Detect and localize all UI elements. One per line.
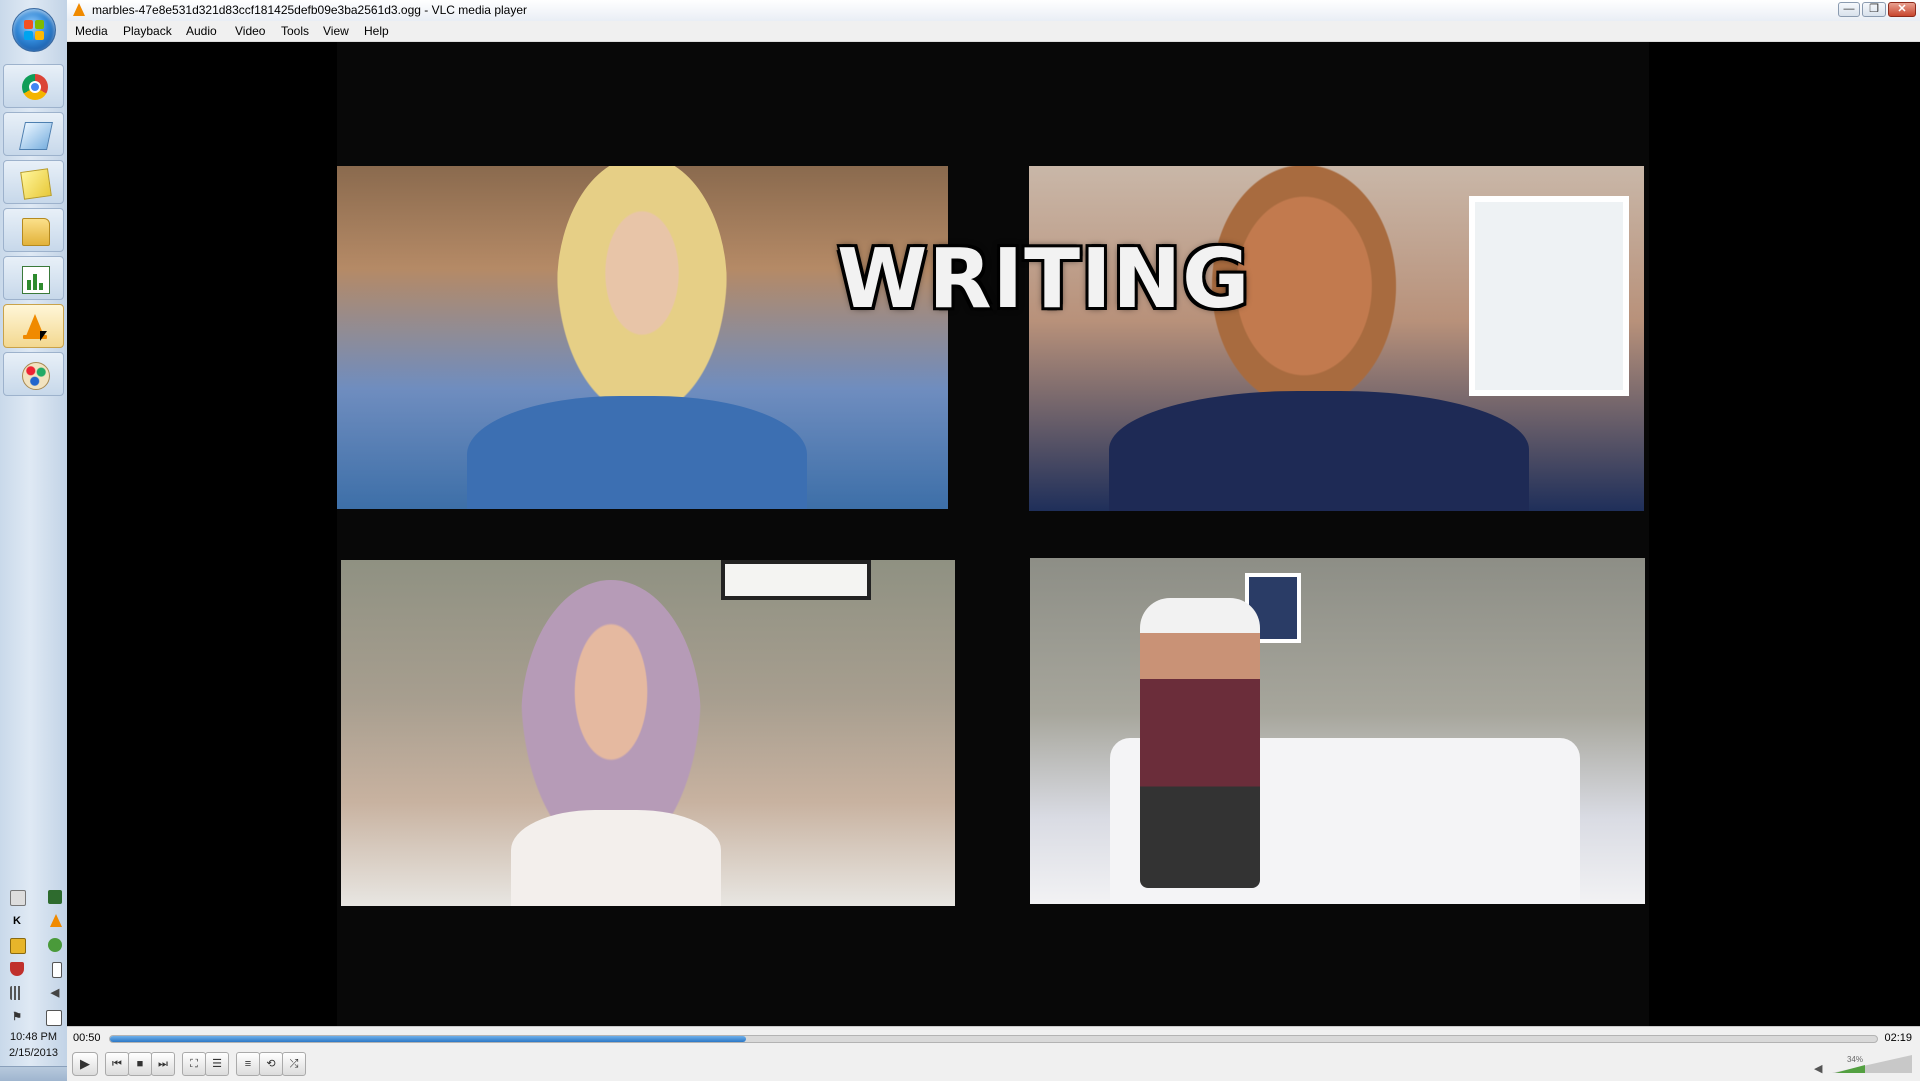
speaker-icon[interactable]: ◀	[1814, 1062, 1824, 1075]
chart-app-icon	[22, 266, 50, 294]
window-shape	[1469, 196, 1629, 396]
loop-button[interactable]: ⟲	[259, 1052, 283, 1076]
time-elapsed[interactable]: 00:50	[73, 1032, 101, 1044]
menu-audio[interactable]: Audio	[186, 24, 217, 38]
taskbar-chrome[interactable]	[3, 64, 64, 108]
stop-button[interactable]: ■	[128, 1052, 152, 1076]
mouse-cursor-icon	[40, 331, 47, 341]
taskbar-paint[interactable]	[3, 352, 64, 396]
volume-percent: 34%	[1846, 1055, 1863, 1064]
menu-media[interactable]: Media	[75, 24, 108, 38]
taskbar-tablet-app[interactable]	[3, 112, 64, 156]
video-frame: WRITING	[337, 42, 1649, 1026]
play-icon: ▶	[80, 1056, 90, 1071]
seek-bar[interactable]	[109, 1035, 1878, 1043]
taskbar: K ◀ ⚑ 10:48 PM 2/15/2013	[0, 0, 68, 1081]
menu-video[interactable]: Video	[235, 24, 265, 38]
next-icon: ⏭	[158, 1058, 168, 1070]
video-panel-bottom-left	[341, 560, 955, 906]
vlc-tray-icon[interactable]	[50, 914, 62, 927]
clock-time: 10:48 PM	[9, 1031, 58, 1043]
start-button[interactable]	[12, 8, 56, 52]
notes-icon	[20, 168, 52, 200]
playlist-button[interactable]: ≡	[236, 1052, 260, 1076]
person-blonde-hair	[557, 166, 727, 416]
previous-button[interactable]: ⏮	[105, 1052, 129, 1076]
video-panel-bottom-right	[1030, 558, 1645, 904]
hotkey-tray-label: K	[13, 915, 21, 927]
system-tray: K ◀ ⚑	[10, 890, 62, 1034]
menu-tools[interactable]: Tools	[281, 24, 309, 38]
message-tray-icon[interactable]	[46, 1010, 62, 1026]
minimize-button[interactable]: —	[1838, 2, 1860, 17]
signal-tray-icon[interactable]	[10, 986, 24, 1000]
image-tray-icon[interactable]	[48, 890, 62, 904]
speaker-tray-icon[interactable]: ◀	[48, 986, 62, 1000]
menu-help[interactable]: Help	[364, 24, 389, 38]
folder-icon	[22, 218, 50, 246]
camera-tray-icon[interactable]	[10, 890, 26, 906]
taskbar-vlc[interactable]	[3, 304, 64, 348]
video-panel-top-right	[1029, 166, 1644, 511]
window-title: marbles-47e8e531d321d83ccf181425defb09e3…	[92, 3, 527, 17]
chrome-icon	[22, 74, 48, 100]
lock-tray-icon[interactable]	[10, 938, 26, 954]
controls-bar: 00:50 02:19 ▶ ⏮ ■ ⏭ ⛶ ☰ ≡ ⟲ ⤮ ◀ 34%	[67, 1026, 1920, 1081]
taskbar-chart-app[interactable]	[3, 256, 64, 300]
minimize-icon: —	[1843, 3, 1855, 15]
video-caption-overlay: WRITING	[837, 232, 1251, 327]
hotkey-tray-icon[interactable]: K	[10, 914, 24, 928]
restore-button[interactable]: ❐	[1862, 2, 1886, 17]
time-total[interactable]: 02:19	[1884, 1032, 1912, 1044]
taskbar-explorer[interactable]	[3, 208, 64, 252]
taskbar-notes-app[interactable]	[3, 160, 64, 204]
fullscreen-icon: ⛶	[190, 1058, 198, 1070]
vlc-title-icon	[73, 3, 85, 16]
menu-playback[interactable]: Playback	[123, 24, 172, 38]
network-tray-icon[interactable]	[48, 938, 62, 952]
shuffle-button[interactable]: ⤮	[282, 1052, 306, 1076]
shield-tray-icon[interactable]	[10, 962, 24, 976]
play-button[interactable]: ▶	[72, 1052, 98, 1076]
stop-icon: ■	[136, 1058, 144, 1070]
windows-logo-icon	[24, 20, 44, 40]
next-button[interactable]: ⏭	[151, 1052, 175, 1076]
fullscreen-button[interactable]: ⛶	[182, 1052, 206, 1076]
loop-icon: ⟲	[266, 1058, 276, 1070]
volume-level	[1835, 1065, 1865, 1073]
clock[interactable]: 10:48 PM 2/15/2013	[0, 1029, 67, 1061]
video-area[interactable]: WRITING	[67, 42, 1920, 1026]
close-button[interactable]: ✕	[1888, 2, 1916, 17]
previous-icon: ⏮	[112, 1058, 122, 1070]
blue-shirt	[467, 396, 807, 509]
picture-frame	[721, 560, 871, 600]
seek-progress	[110, 1036, 746, 1042]
action-center-flag-icon[interactable]: ⚑	[10, 1010, 24, 1024]
show-desktop-button[interactable]	[0, 1066, 67, 1081]
extended-settings-button[interactable]: ☰	[205, 1052, 229, 1076]
tablet-icon	[19, 122, 53, 150]
paint-icon	[22, 362, 50, 390]
restore-icon: ❐	[1869, 3, 1879, 15]
menu-view[interactable]: View	[323, 24, 349, 38]
clock-date: 2/15/2013	[9, 1047, 58, 1059]
vlc-window: marbles-47e8e531d321d83ccf181425defb09e3…	[67, 0, 1920, 1081]
battery-tray-icon[interactable]	[52, 962, 62, 978]
extended-settings-icon: ☰	[212, 1058, 222, 1070]
person-white-cap	[1140, 598, 1260, 888]
title-bar[interactable]: marbles-47e8e531d321d83ccf181425defb09e3…	[67, 0, 1920, 22]
video-panel-top-left	[337, 166, 948, 509]
close-icon: ✕	[1897, 3, 1907, 15]
shuffle-icon: ⤮	[289, 1058, 299, 1070]
white-top	[511, 810, 721, 906]
navy-shirt	[1109, 391, 1529, 511]
menu-bar: Media Playback Audio Video Tools View He…	[67, 21, 1920, 42]
playlist-icon: ≡	[244, 1058, 252, 1070]
